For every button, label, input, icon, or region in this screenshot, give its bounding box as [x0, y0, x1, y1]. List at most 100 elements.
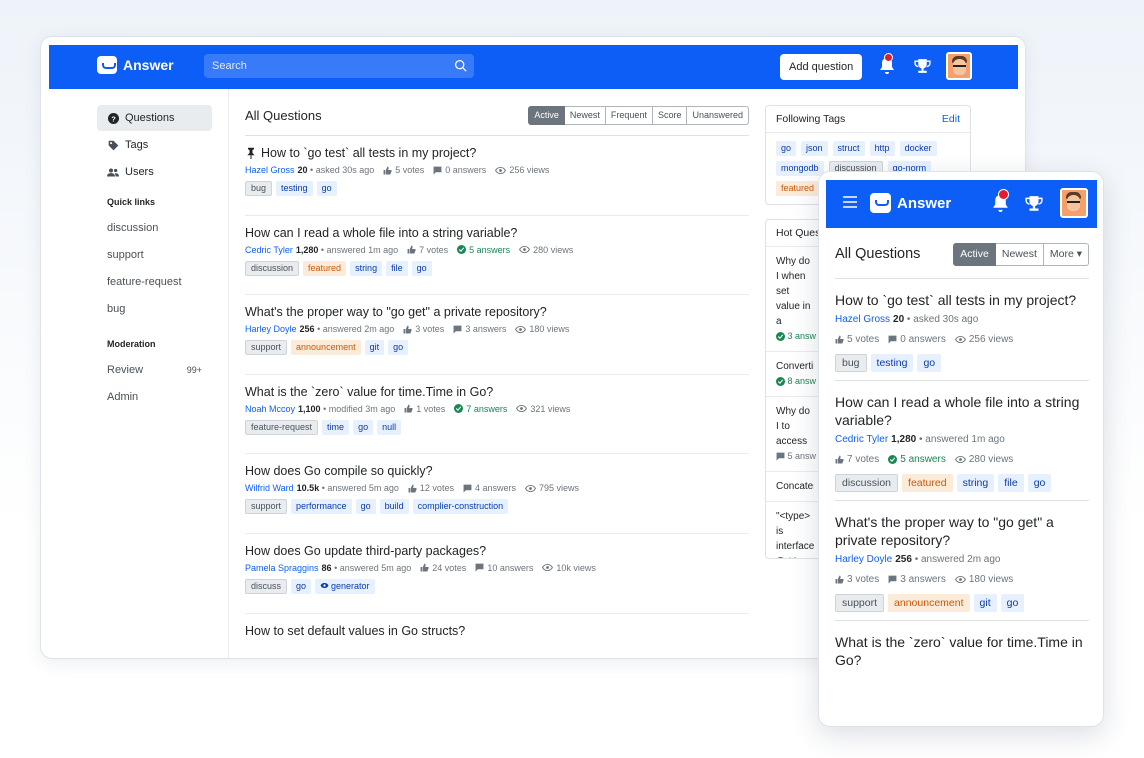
- tag-file[interactable]: file: [998, 474, 1024, 492]
- tag-featured[interactable]: featured: [303, 260, 347, 276]
- tag-label: go: [358, 421, 369, 432]
- author-link[interactable]: Hazel Gross: [245, 165, 295, 175]
- question-title-text: How to set default values in Go structs?: [245, 623, 466, 638]
- tag-bug[interactable]: bug: [245, 181, 273, 196]
- tag-time[interactable]: time: [322, 419, 350, 435]
- quick-link-bug[interactable]: bug: [97, 296, 212, 323]
- tag-go[interactable]: go: [388, 340, 409, 356]
- review-count-badge: 99+: [186, 365, 202, 375]
- tag-featured[interactable]: featured: [902, 474, 953, 492]
- mobile-user-avatar[interactable]: [1060, 188, 1088, 218]
- question-title[interactable]: How can I read a whole file into a strin…: [245, 226, 749, 240]
- tab-active[interactable]: Active: [528, 105, 565, 125]
- tag-performance[interactable]: performance: [291, 499, 352, 515]
- tag-file[interactable]: file: [386, 260, 408, 276]
- author-link[interactable]: Pamela Spraggins: [245, 563, 319, 573]
- user-avatar[interactable]: [946, 52, 972, 80]
- tag-support[interactable]: support: [245, 499, 288, 515]
- author-link[interactable]: Wilfrid Ward: [245, 483, 294, 493]
- quick-link-feature-request[interactable]: feature-request: [97, 269, 212, 296]
- tag-support[interactable]: support: [245, 340, 288, 356]
- search-icon[interactable]: [454, 59, 467, 72]
- edit-following-link[interactable]: Edit: [942, 113, 960, 125]
- sidebar-item-users[interactable]: Users: [97, 159, 212, 185]
- quick-link-discussion[interactable]: discussion: [97, 215, 212, 242]
- author-link[interactable]: Harley Doyle: [245, 324, 297, 334]
- tag-go[interactable]: go: [291, 578, 312, 594]
- tag-feature-request[interactable]: feature-request: [245, 419, 319, 435]
- tag-support[interactable]: support: [835, 594, 885, 612]
- question-title[interactable]: How to `go test` all tests in my project…: [245, 146, 749, 160]
- tag-go[interactable]: go: [353, 419, 374, 435]
- tag-string[interactable]: string: [956, 474, 995, 492]
- author-link[interactable]: Harley Doyle: [835, 554, 892, 565]
- tag-go[interactable]: go: [355, 499, 376, 515]
- following-tag-http[interactable]: http: [869, 141, 895, 156]
- mobile-page-title: All Questions: [835, 246, 921, 262]
- question-title[interactable]: What is the `zero` value for time.Time i…: [245, 385, 749, 399]
- sidebar-item-tags[interactable]: Tags: [97, 132, 212, 158]
- tag-go[interactable]: go: [411, 260, 432, 276]
- tag-string[interactable]: string: [350, 260, 383, 276]
- question-title[interactable]: What's the proper way to "go get" a priv…: [835, 513, 1089, 549]
- tag-git[interactable]: git: [364, 340, 385, 356]
- tag-discussion[interactable]: discussion: [245, 260, 300, 276]
- question-title[interactable]: How to `go test` all tests in my project…: [835, 291, 1089, 309]
- tag-testing[interactable]: testing: [870, 354, 914, 372]
- notification-button[interactable]: [879, 53, 895, 80]
- views-eye-icon: [495, 166, 507, 174]
- question-tags: discuss go generator: [245, 578, 749, 594]
- search-input[interactable]: [204, 54, 474, 78]
- following-tag-mongodb[interactable]: mongodb: [776, 161, 824, 176]
- tag-null[interactable]: null: [377, 419, 402, 435]
- tag-go[interactable]: go: [316, 181, 337, 196]
- following-tag-featured[interactable]: featured: [776, 181, 820, 196]
- tag-complier-construction[interactable]: complier-construction: [412, 499, 509, 515]
- tag-announcement[interactable]: announcement: [291, 340, 361, 356]
- question-title[interactable]: What is the `zero` value for time.Time i…: [835, 633, 1089, 669]
- tag-discussion[interactable]: discussion: [835, 474, 899, 492]
- mobile-notification-button[interactable]: [992, 189, 1009, 218]
- tag-discuss[interactable]: discuss: [245, 578, 288, 594]
- tag-go[interactable]: go: [1000, 594, 1025, 612]
- moderation-admin-link[interactable]: Admin: [97, 384, 212, 411]
- tag-go[interactable]: go: [917, 354, 942, 372]
- tab-active[interactable]: Active: [953, 242, 996, 266]
- sidebar-item-questions[interactable]: ? Questions: [97, 105, 212, 131]
- author-link[interactable]: Noah Mccoy: [245, 404, 295, 414]
- mobile-brand-logo[interactable]: Answer: [870, 193, 951, 213]
- tag-generator[interactable]: generator: [315, 578, 375, 594]
- tag-announcement[interactable]: announcement: [888, 594, 970, 612]
- tag-bug[interactable]: bug: [835, 354, 867, 372]
- question-title[interactable]: What's the proper way to "go get" a priv…: [245, 305, 749, 319]
- tab-newest[interactable]: Newest: [564, 105, 606, 125]
- question-title[interactable]: How to set default values in Go structs?: [245, 624, 749, 638]
- hamburger-menu-icon[interactable]: [843, 196, 857, 208]
- moderation-review-link[interactable]: Review 99+: [97, 357, 212, 384]
- tab-frequent[interactable]: Frequent: [605, 105, 653, 125]
- following-tag-json[interactable]: json: [801, 141, 828, 156]
- tab-unanswered[interactable]: Unanswered: [687, 105, 749, 125]
- add-question-button[interactable]: Add question: [780, 54, 863, 80]
- tab-more[interactable]: More ▾: [1043, 242, 1089, 266]
- brand-logo[interactable]: Answer: [97, 56, 174, 74]
- tag-git[interactable]: git: [973, 594, 997, 612]
- tag-build[interactable]: build: [379, 499, 409, 515]
- following-tag-struct[interactable]: struct: [832, 141, 865, 156]
- question-title[interactable]: How does Go update third-party packages?: [245, 544, 749, 558]
- author-link[interactable]: Cedric Tyler: [245, 245, 293, 255]
- question-item: What is the `zero` value for time.Time i…: [245, 373, 749, 454]
- tab-score[interactable]: Score: [652, 105, 688, 125]
- tag-testing[interactable]: testing: [276, 181, 313, 196]
- question-title[interactable]: How does Go compile so quickly?: [245, 464, 749, 478]
- trophy-icon[interactable]: [1025, 195, 1043, 213]
- following-tag-go[interactable]: go: [776, 141, 797, 156]
- question-title[interactable]: How can I read a whole file into a strin…: [835, 393, 1089, 429]
- quick-link-support[interactable]: support: [97, 242, 212, 269]
- trophy-icon[interactable]: [914, 58, 931, 75]
- tab-newest[interactable]: Newest: [995, 242, 1044, 266]
- tag-go[interactable]: go: [1027, 474, 1052, 492]
- author-link[interactable]: Hazel Gross: [835, 314, 890, 325]
- author-link[interactable]: Cedric Tyler: [835, 434, 888, 445]
- following-tag-docker[interactable]: docker: [899, 141, 937, 156]
